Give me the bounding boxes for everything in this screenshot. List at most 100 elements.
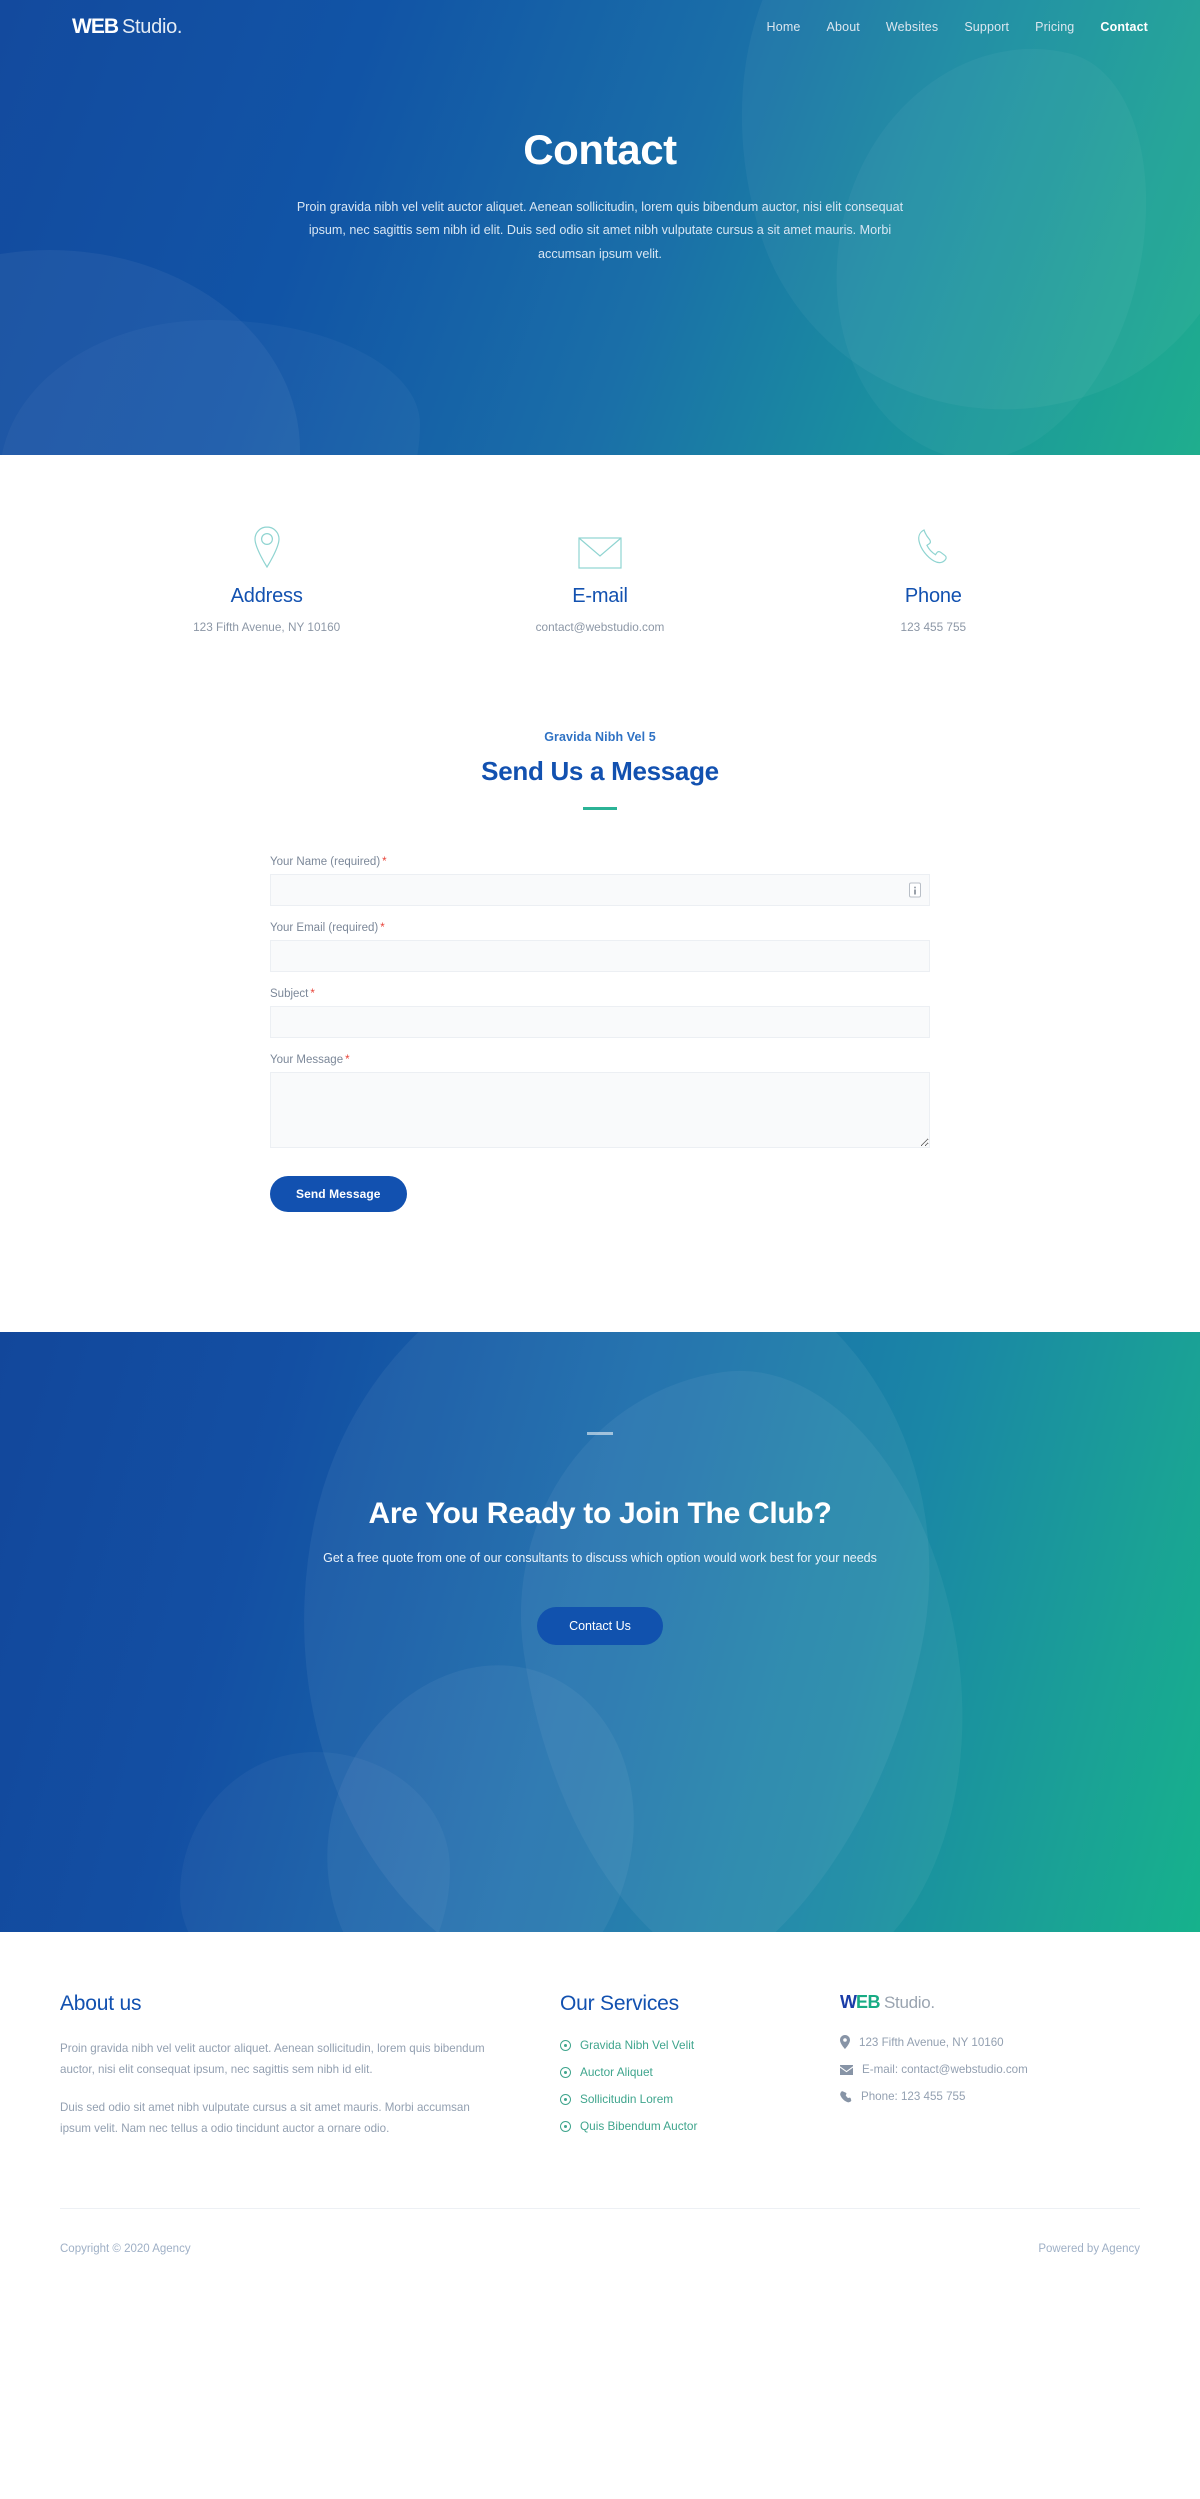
required-asterisk: * (380, 922, 385, 934)
form-eyebrow: Gravida Nibh Vel 5 (544, 730, 656, 744)
service-link[interactable]: Gravida Nibh Vel Velit (580, 2038, 694, 2052)
contact-info-text: 123 Fifth Avenue, NY 10160 (193, 620, 341, 634)
nav-item-support[interactable]: Support (964, 20, 1009, 34)
map-pin-icon (100, 523, 433, 569)
list-item[interactable]: Quis Bibendum Auctor (560, 2119, 840, 2133)
bullet-circle-icon (560, 2066, 571, 2078)
nav-item-about[interactable]: About (827, 20, 860, 34)
nav-item-contact[interactable]: Contact (1100, 20, 1148, 34)
field-your-email: Your Email (required) * (270, 922, 930, 972)
nav-item-pricing[interactable]: Pricing (1035, 20, 1074, 34)
required-asterisk: * (382, 856, 387, 868)
contact-info-row: Address 123 Fifth Avenue, NY 10160 E-mai… (100, 523, 1100, 634)
contact-info-title: E-mail (572, 585, 628, 607)
password-manager-icon[interactable] (909, 882, 921, 898)
list-item[interactable]: Gravida Nibh Vel Velit (560, 2038, 840, 2052)
bullet-circle-icon (560, 2120, 571, 2132)
your-message-textarea[interactable] (270, 1072, 930, 1148)
logo-studio-text: Studio. (122, 16, 183, 38)
field-label-text: Your Email (required) (270, 922, 379, 934)
footer-about-heading: About us (60, 1992, 142, 2015)
required-asterisk: * (345, 1054, 350, 1066)
bullet-circle-icon (560, 2093, 571, 2105)
service-link[interactable]: Auctor Aliquet (580, 2065, 653, 2079)
list-item[interactable]: Auctor Aliquet (560, 2065, 840, 2079)
nav-item-websites[interactable]: Websites (886, 20, 938, 34)
copyright-text: Copyright © 2020 Agency (60, 2243, 191, 2256)
site-logo[interactable]: WEB Studio. (72, 15, 182, 39)
send-message-button[interactable]: Send Message (270, 1176, 407, 1212)
footer-contacts-list: 123 Fifth Avenue, NY 10160 E-mail: conta… (840, 2035, 1140, 2103)
footer-logo-w: W (840, 1992, 857, 2012)
contact-form-section: Gravida Nibh Vel 5 Send Us a Message You… (0, 690, 1200, 1332)
footer-company-column: WEB Studio. 123 Fifth Avenue, NY 10160 E-… (840, 1992, 1140, 2117)
field-label-text: Your Message (270, 1054, 344, 1066)
footer-about-column: About us Proin gravida nibh vel velit au… (60, 1992, 560, 2156)
footer-columns: About us Proin gravida nibh vel velit au… (60, 1992, 1140, 2156)
contact-info-title: Address (230, 585, 303, 607)
footer-services-heading: Our Services (560, 1992, 679, 2015)
nav-item-home[interactable]: Home (767, 20, 801, 34)
cta-section: Are You Ready to Join The Club? Get a fr… (0, 1332, 1200, 1932)
list-item: Phone: 123 455 755 (840, 2090, 1140, 2103)
cta-subtitle: Get a free quote from one of our consult… (323, 1551, 877, 1565)
field-subject: Subject * (270, 988, 930, 1038)
footer-bottom-bar: Copyright © 2020 Agency Powered by Agenc… (60, 2207, 1140, 2290)
footer-contact-text: Phone: 123 455 755 (861, 2090, 966, 2103)
main-navigation: WEB Studio. Home About Websites Support P… (0, 0, 1200, 54)
footer-services-column: Our Services Gravida Nibh Vel Velit Auct… (560, 1992, 840, 2146)
logo-web-text: WEB (72, 15, 119, 38)
contact-info-email: E-mail contact@webstudio.com (433, 523, 766, 634)
field-label-your-email: Your Email (required) * (270, 922, 930, 934)
footer-contact-text: 123 Fifth Avenue, NY 10160 (859, 2035, 1004, 2049)
contact-form: Your Name (required) * Your Email (requir… (270, 856, 930, 1212)
field-your-message: Your Message * (270, 1054, 930, 1148)
field-your-name: Your Name (required) * (270, 856, 930, 906)
hero-section: WEB Studio. Home About Websites Support P… (0, 0, 1200, 455)
contact-info-section: Address 123 Fifth Avenue, NY 10160 E-mai… (0, 455, 1200, 690)
field-label-your-message: Your Message * (270, 1054, 930, 1066)
cta-title: Are You Ready to Join The Club? (368, 1497, 832, 1530)
list-item: 123 Fifth Avenue, NY 10160 (840, 2035, 1140, 2049)
list-item[interactable]: Sollicitudin Lorem (560, 2092, 840, 2106)
field-label-text: Subject (270, 988, 309, 1000)
cta-divider (587, 1432, 613, 1435)
footer-about-paragraph-1: Proin gravida nibh vel velit auctor aliq… (60, 2042, 485, 2077)
list-item: E-mail: contact@webstudio.com (840, 2063, 1140, 2076)
field-label-subject: Subject * (270, 988, 930, 1000)
service-link[interactable]: Sollicitudin Lorem (580, 2092, 673, 2106)
required-asterisk: * (310, 988, 315, 1000)
envelope-icon (433, 523, 766, 569)
hero-subtitle: Proin gravida nibh vel velit auctor aliq… (296, 200, 904, 261)
hero-decoration-shape-3 (0, 250, 300, 455)
footer-about-paragraph-2: Duis sed odio sit amet nibh vulputate cu… (60, 2100, 470, 2136)
your-email-input[interactable] (270, 940, 930, 972)
powered-by-text: Powered by Agency (1038, 2243, 1140, 2256)
contact-info-text: contact@webstudio.com (535, 620, 665, 634)
contact-info-phone: Phone 123 455 755 (767, 523, 1100, 634)
contact-info-text: 123 455 755 (900, 620, 967, 634)
field-label-text: Your Name (required) (270, 856, 381, 868)
phone-icon (840, 2090, 852, 2102)
your-name-input[interactable] (270, 874, 930, 906)
field-input-wrap-your-name (270, 874, 930, 906)
contact-info-title: Phone (904, 585, 962, 607)
footer-logo-eb: EB (856, 1992, 881, 2012)
form-title: Send Us a Message (481, 756, 719, 786)
footer-contact-text: E-mail: contact@webstudio.com (862, 2063, 1028, 2076)
contact-us-button[interactable]: Contact Us (537, 1607, 663, 1645)
phone-icon (767, 523, 1100, 569)
form-title-divider (583, 807, 617, 810)
hero-content: Contact Proin gravida nibh vel velit auc… (0, 54, 1200, 266)
hero-decoration-shape-4 (0, 320, 420, 455)
footer-logo[interactable]: WEB Studio. (840, 1992, 1140, 2013)
page-title: Contact (523, 126, 677, 173)
contact-info-address: Address 123 Fifth Avenue, NY 10160 (100, 523, 433, 634)
site-footer: About us Proin gravida nibh vel velit au… (0, 1932, 1200, 2290)
field-label-your-name: Your Name (required) * (270, 856, 930, 868)
nav-links: Home About Websites Support Pricing Cont… (767, 20, 1148, 34)
cta-content: Are You Ready to Join The Club? Get a fr… (0, 1332, 1200, 1645)
service-link[interactable]: Quis Bibendum Auctor (580, 2119, 697, 2133)
footer-services-list: Gravida Nibh Vel Velit Auctor Aliquet So… (560, 2038, 840, 2133)
subject-input[interactable] (270, 1006, 930, 1038)
